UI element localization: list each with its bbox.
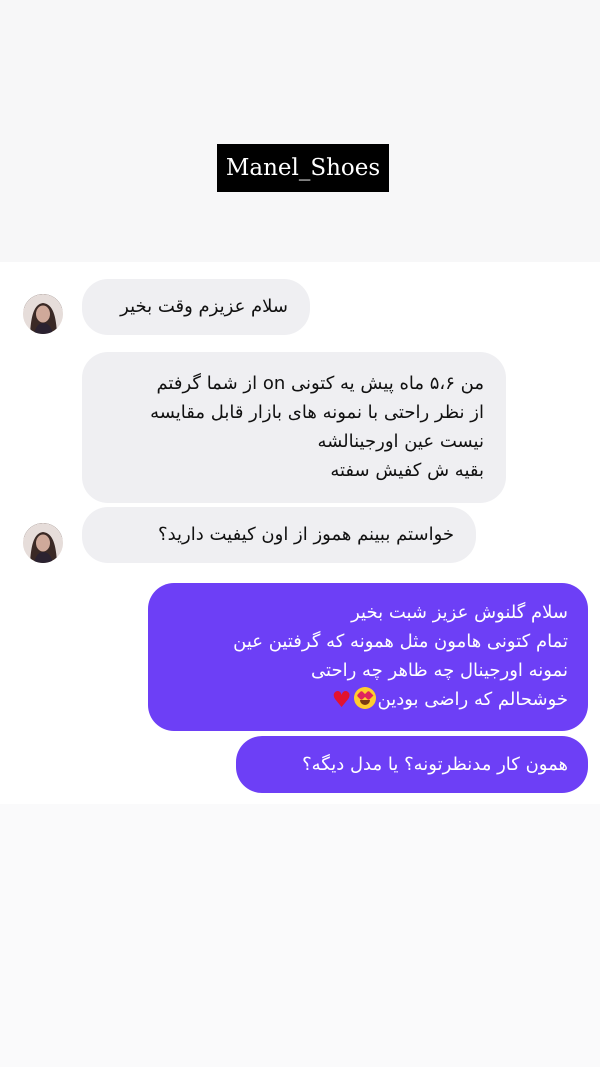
outgoing-message: همون کار مدنظرتونه؟ یا مدل دیگه؟ [236, 736, 588, 793]
message-line: سلام عزیزم وقت بخیر [120, 296, 288, 317]
incoming-message: خواستم ببینم هموز از اون کیفیت دارید؟ [82, 507, 476, 563]
message-line: سلام گلنوش عزیز شبت بخیر [351, 602, 568, 623]
bottom-area [0, 804, 600, 1067]
message-line: خوشحالم که راضی بودین [377, 689, 568, 710]
message-line: بقیه ش کفیش سفته [330, 460, 484, 481]
message-line: خواستم ببینم هموز از اون کیفیت دارید؟ [158, 524, 454, 545]
message-line: نیست عین اورجینالشه [317, 431, 484, 452]
message-line: از نظر راحتی با نمونه های بازار قابل مقا… [150, 402, 484, 423]
brand-label: Manel_Shoes [217, 144, 389, 192]
message-line: نمونه اورجینال چه ظاهر چه راحتی [311, 660, 568, 681]
message-line: من ۵،۶ ماه پیش یه کتونی on از شما گرفتم [156, 373, 484, 394]
message-line-with-emoji: خوشحالم که راضی بودین ♥ [168, 685, 568, 715]
message-line: تمام کتونی هامون مثل همونه که گرفتین عین [233, 631, 568, 652]
incoming-message: من ۵،۶ ماه پیش یه کتونی on از شما گرفتم … [82, 352, 506, 503]
sender-avatar[interactable] [23, 523, 63, 563]
outgoing-message: سلام گلنوش عزیز شبت بخیر تمام کتونی هامو… [148, 583, 588, 731]
red-heart-icon: ♥ [331, 688, 352, 713]
sender-avatar[interactable] [23, 294, 63, 334]
smiling-heart-eyes-icon [353, 687, 376, 709]
incoming-message: سلام عزیزم وقت بخیر [82, 279, 310, 335]
header-band [0, 0, 600, 262]
message-line: همون کار مدنظرتونه؟ یا مدل دیگه؟ [302, 754, 568, 775]
